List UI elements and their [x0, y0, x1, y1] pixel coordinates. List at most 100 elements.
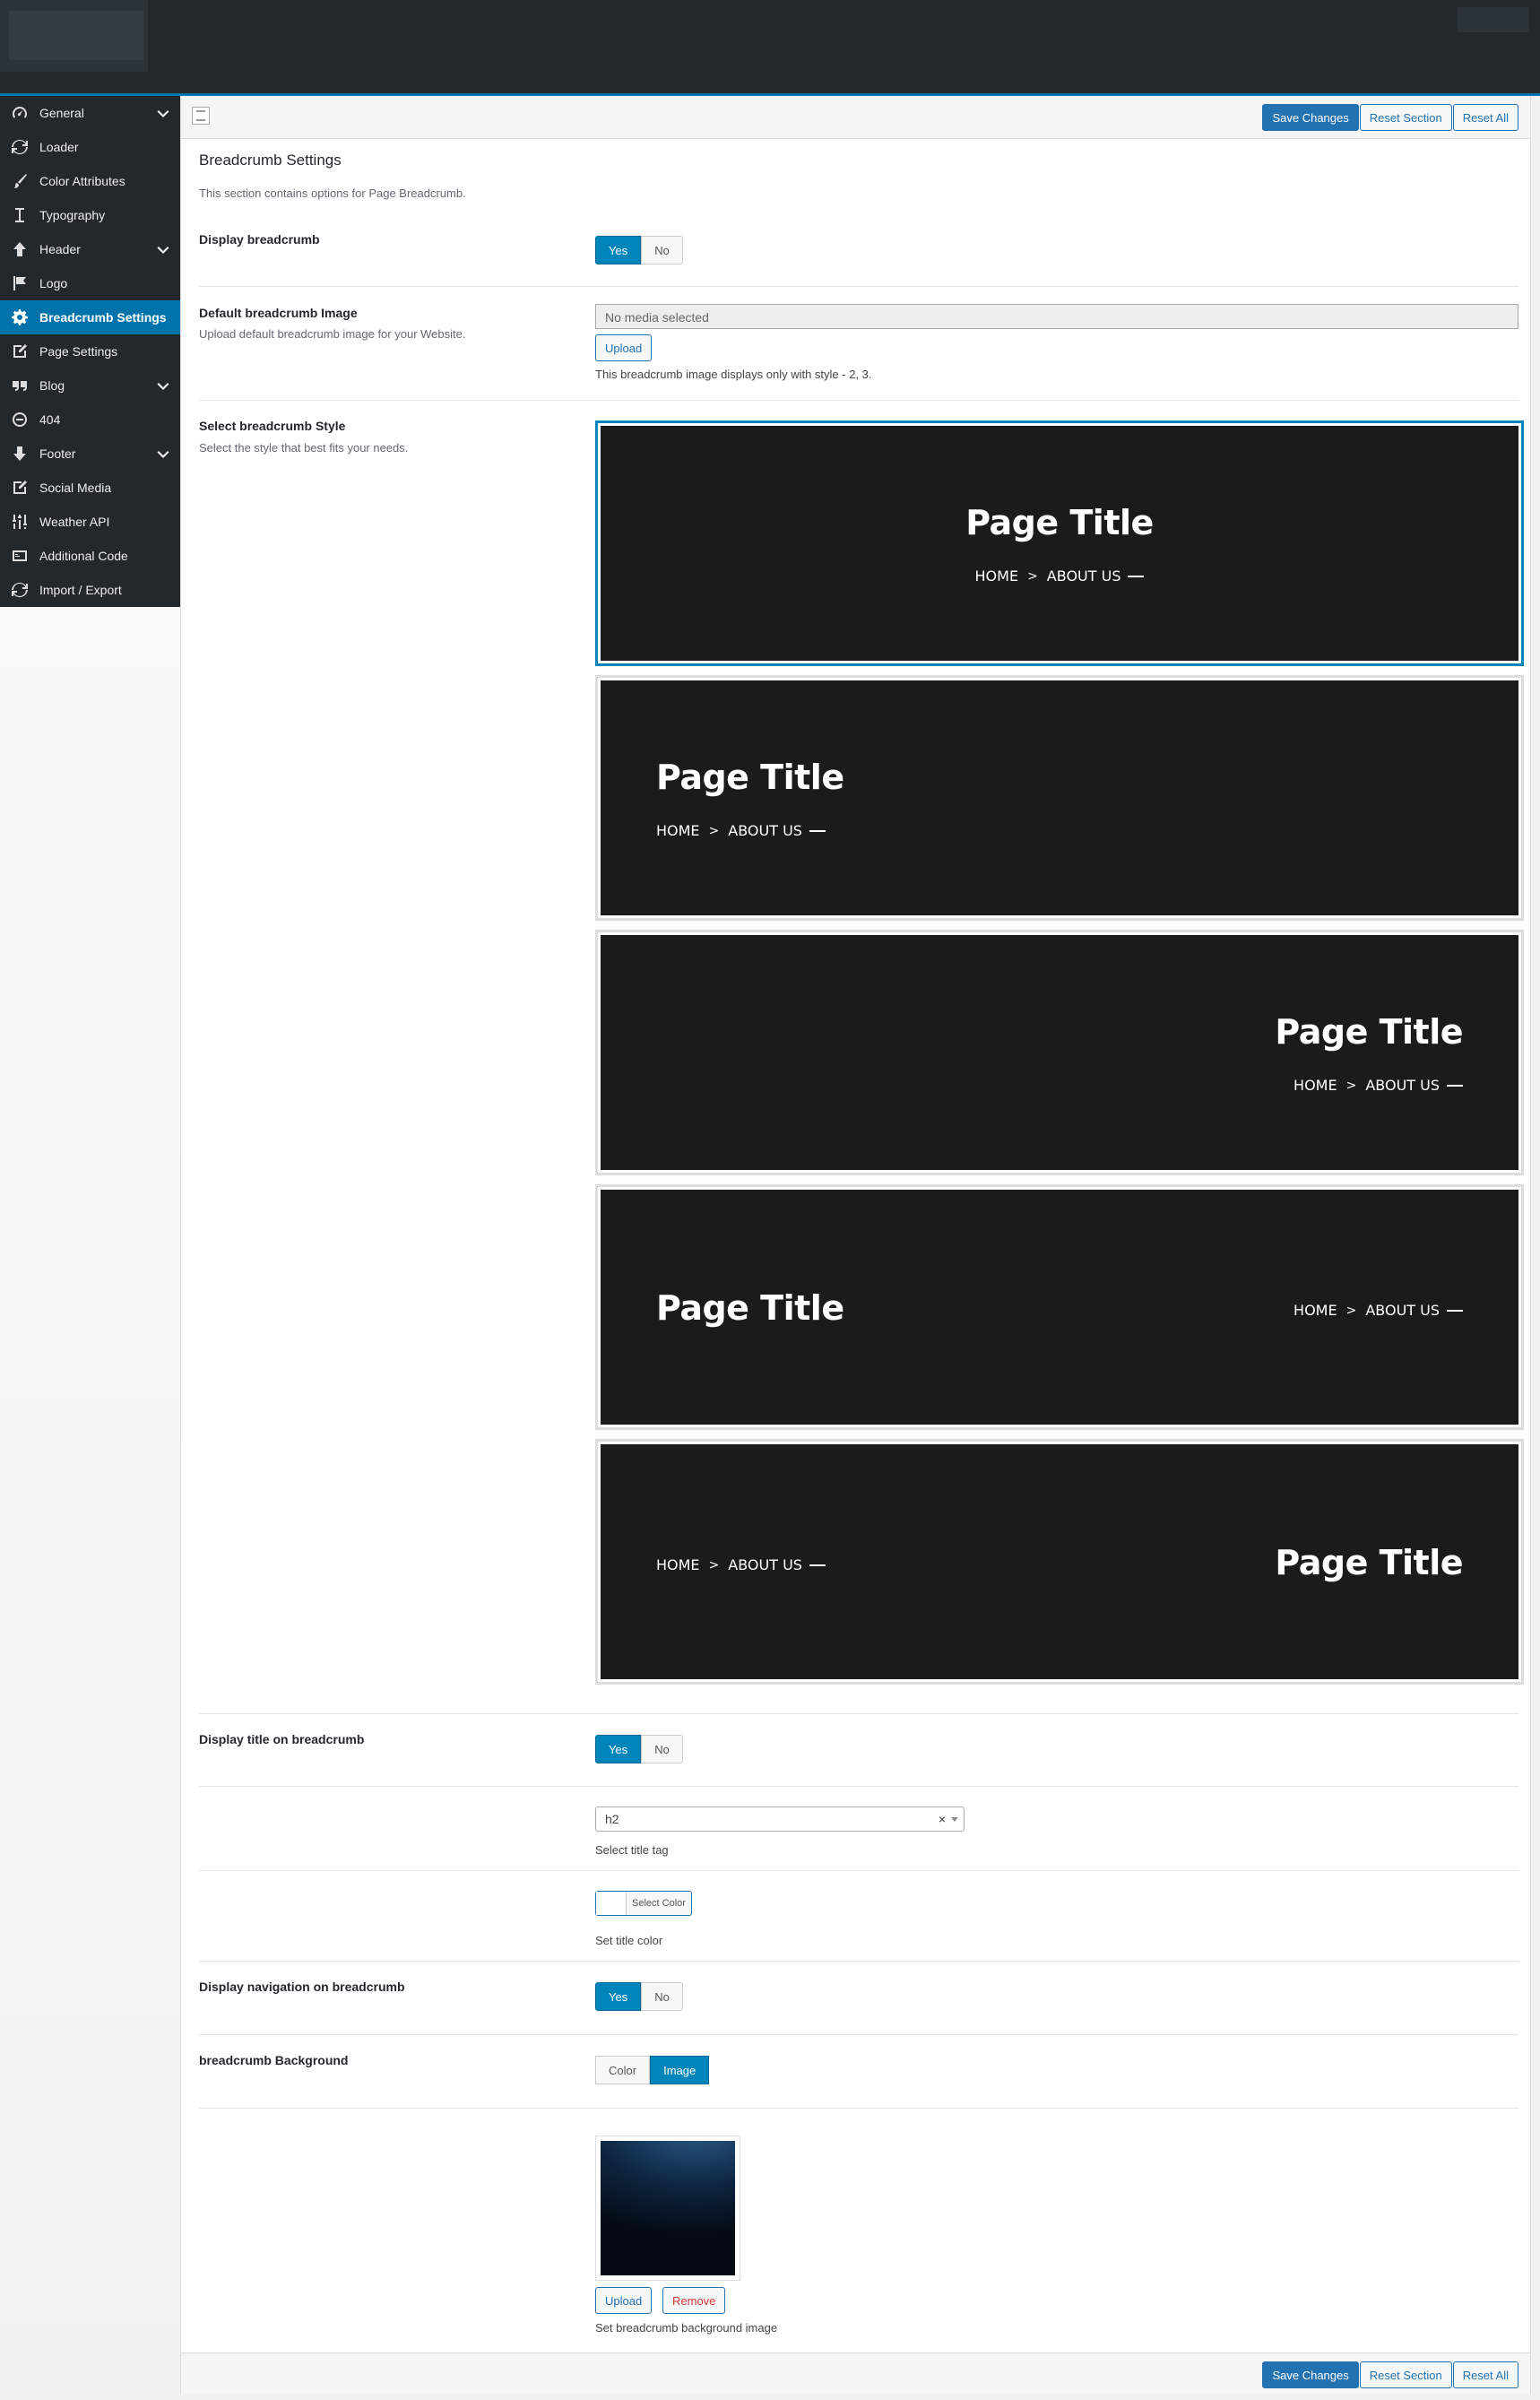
preview-home: HOME: [974, 568, 1019, 585]
bg-image-option[interactable]: Image: [650, 2056, 710, 2084]
display-breadcrumb-toggle: Yes No: [595, 236, 683, 264]
title-tag-hint: Select title tag: [595, 1843, 669, 1857]
display-nav-yes[interactable]: Yes: [595, 1982, 642, 2011]
divider: [199, 1713, 1518, 1714]
sliders-icon: [0, 513, 39, 531]
display-title-yes[interactable]: Yes: [595, 1735, 642, 1763]
default-image-label: Default breadcrumb Image: [199, 306, 358, 320]
sidebar-item-color-attributes[interactable]: Color Attributes: [0, 164, 180, 198]
display-title-label: Display title on breadcrumb: [199, 1732, 365, 1746]
section-title: Breadcrumb Settings: [199, 152, 342, 169]
breadcrumb-style-1[interactable]: Page Title HOME > ABOUT US: [595, 420, 1524, 666]
divider: [199, 1870, 1518, 1871]
title-color-picker[interactable]: Select Color: [595, 1891, 692, 1916]
code-icon: [0, 547, 39, 565]
default-image-field[interactable]: No media selected: [595, 304, 1518, 329]
action-buttons: Save Changes Reset Section Reset All: [1261, 2361, 1518, 2388]
sidebar-item-logo[interactable]: Logo: [0, 266, 180, 300]
bg-image-thumbnail: [595, 2136, 740, 2281]
reset-all-button[interactable]: Reset All: [1452, 104, 1518, 131]
preview-dash: [1447, 1084, 1463, 1087]
preview-home: HOME: [656, 822, 700, 839]
bottom-toolbar: Save Changes Reset Section Reset All: [181, 2352, 1530, 2395]
sidebar-item-label: Breadcrumb Settings: [39, 310, 167, 325]
sidebar-item-additional-code[interactable]: Additional Code: [0, 539, 180, 573]
sidebar-item-page-settings[interactable]: Page Settings: [0, 334, 180, 368]
preview-about: ABOUT US: [1365, 1302, 1440, 1319]
preview-page-title: Page Title: [656, 758, 844, 797]
select-color-label: Select Color: [632, 1898, 686, 1909]
top-toolbar: Save Changes Reset Section Reset All: [181, 96, 1530, 139]
edit-icon: [0, 342, 39, 360]
sidebar-background: [0, 607, 180, 2400]
sidebar-item-loader[interactable]: Loader: [0, 130, 180, 164]
style-label: Select breadcrumb Style: [199, 419, 346, 433]
reset-all-button[interactable]: Reset All: [1452, 2361, 1518, 2388]
sidebar-item-label: Color Attributes: [39, 174, 125, 188]
breadcrumb-style-3[interactable]: Page Title HOME > ABOUT US: [595, 930, 1524, 1175]
preview-about: ABOUT US: [728, 822, 802, 839]
style-sub: Select the style that best fits your nee…: [199, 441, 409, 455]
display-title-no[interactable]: No: [641, 1735, 683, 1763]
action-buttons: Save Changes Reset Section Reset All: [1261, 104, 1518, 131]
divider: [199, 1961, 1518, 1962]
color-swatch: [596, 1892, 627, 1915]
display-breadcrumb-label: Display breadcrumb: [199, 232, 320, 247]
sidebar-item-typography[interactable]: Typography: [0, 198, 180, 232]
sidebar-item-weather-api[interactable]: Weather API: [0, 505, 180, 539]
save-changes-button[interactable]: Save Changes: [1262, 104, 1359, 131]
default-image-sub: Upload default breadcrumb image for your…: [199, 327, 466, 341]
sidebar-item-blog[interactable]: Blog: [0, 368, 180, 403]
top-bar-user-area[interactable]: [1458, 7, 1529, 32]
sidebar-item-label: Social Media: [39, 481, 112, 495]
breadcrumb-style-4[interactable]: Page Title HOME > ABOUT US: [595, 1184, 1524, 1430]
refresh-icon: [0, 138, 39, 156]
divider: [199, 286, 1518, 287]
default-image-upload-button[interactable]: Upload: [595, 334, 653, 361]
preview-separator: >: [708, 823, 720, 838]
sidebar-item-general[interactable]: General: [0, 96, 180, 130]
chevron-down-icon: [157, 243, 169, 256]
sidebar-item-404[interactable]: 404: [0, 403, 180, 437]
earth-image: [601, 2141, 735, 2275]
bg-color-option[interactable]: Color: [595, 2056, 651, 2084]
sidebar-item-breadcrumb-settings[interactable]: Breadcrumb Settings: [0, 300, 180, 334]
preview-page-title: Page Title: [965, 503, 1154, 542]
preview-home: HOME: [656, 1556, 700, 1573]
display-breadcrumb-no[interactable]: No: [641, 236, 683, 264]
preview-about: ABOUT US: [728, 1556, 802, 1573]
preview-dash: [809, 1564, 826, 1566]
expand-options-icon[interactable]: [192, 107, 210, 125]
sidebar-item-import-export[interactable]: Import / Export: [0, 573, 180, 607]
divider: [199, 1786, 1518, 1787]
preview-separator: >: [1027, 568, 1038, 584]
reset-section-button[interactable]: Reset Section: [1359, 104, 1452, 131]
bg-remove-button[interactable]: Remove: [662, 2287, 726, 2314]
display-nav-label: Display navigation on breadcrumb: [199, 1980, 405, 1994]
preview-about: ABOUT US: [1046, 568, 1121, 585]
save-changes-button[interactable]: Save Changes: [1262, 2361, 1359, 2388]
clear-selection-icon[interactable]: ×: [939, 1807, 946, 1831]
sidebar-item-header[interactable]: Header: [0, 232, 180, 266]
divider: [199, 400, 1518, 401]
sidebar-item-label: Logo: [39, 276, 68, 290]
display-breadcrumb-yes[interactable]: Yes: [595, 236, 642, 264]
options-sidebar: General Loader Color Attributes Typograp…: [0, 96, 180, 607]
sidebar-item-social-media[interactable]: Social Media: [0, 471, 180, 505]
chevron-down-icon: [157, 447, 169, 460]
reset-section-button[interactable]: Reset Section: [1359, 2361, 1452, 2388]
bg-upload-button[interactable]: Upload: [595, 2287, 653, 2314]
section-description: This section contains options for Page B…: [199, 186, 466, 200]
breadcrumb-style-2[interactable]: Page Title HOME > ABOUT US: [595, 675, 1524, 921]
site-logo[interactable]: [0, 0, 148, 72]
minus-circle-icon: [0, 411, 39, 429]
sidebar-item-label: Typography: [39, 208, 106, 222]
display-nav-no[interactable]: No: [641, 1982, 683, 2011]
gear-icon: [0, 308, 39, 326]
sidebar-item-footer[interactable]: Footer: [0, 437, 180, 471]
breadcrumb-style-5[interactable]: HOME > ABOUT US Page Title: [595, 1439, 1524, 1685]
preview-separator: >: [1345, 1078, 1357, 1093]
bg-hint: Set breadcrumb background image: [595, 2321, 778, 2335]
title-tag-select[interactable]: h2 ×: [595, 1806, 965, 1832]
admin-top-bar: [0, 0, 1540, 96]
